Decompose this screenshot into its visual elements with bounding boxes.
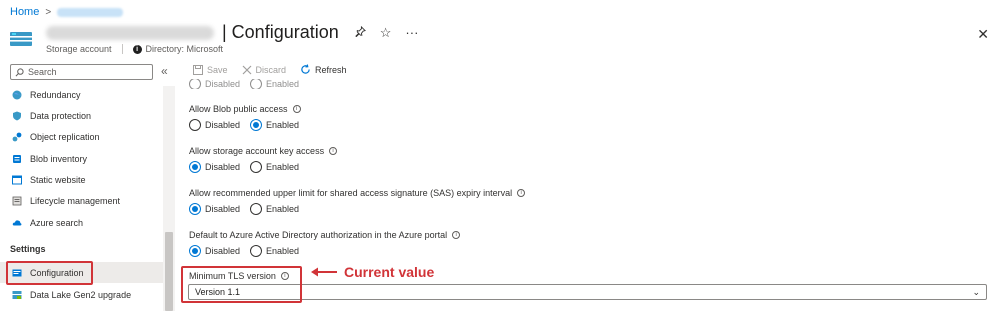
annotation-current-value: Current value bbox=[310, 264, 434, 280]
page-title: | Configuration bbox=[222, 22, 339, 42]
sidebar-item-label: Static website bbox=[30, 174, 86, 185]
sidebar-item-redundancy[interactable]: Redundancy bbox=[0, 84, 163, 105]
chevron-down-icon: ⌄ bbox=[972, 287, 980, 297]
info-icon[interactable]: i bbox=[452, 231, 461, 239]
field-allow-storage-account-key-access: Allow storage account key access i Disabl… bbox=[189, 146, 338, 173]
title-row: | Configuration ☆ ··· bbox=[46, 22, 418, 43]
sidebar-item-label: Object replication bbox=[30, 131, 100, 142]
discard-label: Discard bbox=[255, 64, 287, 75]
info-icon[interactable]: i bbox=[329, 147, 338, 155]
globe-icon bbox=[12, 90, 22, 99]
sidebar-item-data-protection[interactable]: Data protection bbox=[0, 105, 163, 126]
annotation-text: Current value bbox=[344, 264, 435, 280]
sidebar-item-label: Data Lake Gen2 upgrade bbox=[30, 289, 132, 300]
save-button[interactable]: Save bbox=[193, 64, 228, 75]
sidebar-item-label: Azure search bbox=[30, 217, 84, 228]
lifecycle-icon bbox=[12, 196, 22, 205]
field-label: Default to Azure Active Directory author… bbox=[189, 230, 448, 240]
breadcrumb: Home > bbox=[10, 4, 124, 20]
cloud-search-icon bbox=[12, 219, 22, 225]
more-options-icon[interactable]: ··· bbox=[405, 25, 418, 41]
sidebar: Search « Redundancy Data protection Obje… bbox=[0, 60, 176, 311]
radio-enabled[interactable]: Enabled bbox=[250, 161, 299, 173]
sidebar-item-label: Blob inventory bbox=[30, 153, 88, 164]
highlight-box-minimum-tls bbox=[181, 266, 302, 303]
storage-account-icon bbox=[10, 32, 32, 46]
field-allow-blob-public-access: Allow Blob public access i Disabled Enabl… bbox=[189, 104, 301, 131]
sidebar-search-input[interactable]: Search bbox=[10, 64, 153, 80]
radio-disabled[interactable]: Disabled bbox=[189, 119, 240, 131]
arrow-left-icon bbox=[311, 267, 337, 277]
radio-disabled[interactable]: Disabled bbox=[189, 245, 240, 257]
close-icon[interactable]: ✕ bbox=[977, 26, 989, 43]
header-subtitle: Storage account i Directory: Microsoft bbox=[46, 44, 223, 54]
discard-button[interactable]: Discard bbox=[242, 64, 287, 75]
radio-enabled[interactable]: Enabled bbox=[250, 119, 299, 131]
breadcrumb-separator: > bbox=[45, 6, 52, 18]
directory-label: Directory: Microsoft bbox=[145, 44, 224, 54]
collapse-sidebar-button[interactable]: « bbox=[161, 64, 168, 78]
search-placeholder: Search bbox=[28, 67, 57, 77]
radio-disabled[interactable]: Disabled bbox=[189, 203, 240, 215]
resource-name-redacted bbox=[46, 25, 214, 40]
field-allow-sas-expiry-interval: Allow recommended upper limit for shared… bbox=[189, 188, 526, 215]
sidebar-item-lifecycle-management[interactable]: Lifecycle management bbox=[0, 190, 163, 211]
sidebar-item-label: Redundancy bbox=[30, 89, 81, 100]
subtitle-divider bbox=[121, 44, 123, 54]
previous-field-radios-partially-visible: Disabled Enabled bbox=[189, 79, 299, 89]
sidebar-item-static-website[interactable]: Static website bbox=[0, 169, 163, 190]
field-label: Allow Blob public access bbox=[189, 104, 288, 114]
minimum-tls-version-dropdown[interactable]: Version 1.1 ⌄ bbox=[188, 284, 987, 300]
resource-type: Storage account bbox=[46, 44, 112, 54]
command-bar: Save Discard Refresh bbox=[193, 64, 347, 75]
info-icon[interactable]: i bbox=[292, 105, 301, 113]
inventory-icon bbox=[13, 154, 21, 163]
field-label: Allow storage account key access bbox=[189, 146, 325, 156]
info-icon: i bbox=[132, 44, 142, 54]
sidebar-item-label: Data protection bbox=[30, 110, 92, 121]
radio-disabled[interactable]: Disabled bbox=[189, 161, 240, 173]
star-icon[interactable]: ☆ bbox=[380, 25, 392, 41]
sidebar-item-data-lake-gen2-upgrade[interactable]: Data Lake Gen2 upgrade bbox=[0, 284, 163, 305]
search-icon bbox=[15, 67, 24, 76]
data-lake-icon bbox=[12, 290, 22, 299]
highlight-box-configuration bbox=[6, 261, 93, 285]
sidebar-item-label: Lifecycle management bbox=[30, 195, 121, 206]
refresh-icon bbox=[301, 64, 310, 74]
sidebar-scrollbar-thumb[interactable] bbox=[165, 232, 173, 311]
field-default-aad-authorization: Default to Azure Active Directory author… bbox=[189, 230, 461, 257]
sidebar-item-azure-search[interactable]: Azure search bbox=[0, 212, 163, 233]
radio-enabled[interactable]: Enabled bbox=[250, 245, 299, 257]
breadcrumb-resource-link-redacted[interactable] bbox=[57, 7, 124, 17]
shield-icon bbox=[13, 111, 21, 120]
pin-icon[interactable] bbox=[355, 25, 366, 41]
replication-icon bbox=[12, 132, 22, 141]
website-icon bbox=[12, 175, 22, 184]
refresh-label: Refresh bbox=[315, 64, 347, 75]
info-icon[interactable]: i bbox=[517, 189, 526, 197]
page-header: | Configuration ☆ ··· Storage account i … bbox=[10, 20, 999, 56]
save-label: Save bbox=[207, 64, 228, 75]
breadcrumb-home-link[interactable]: Home bbox=[10, 6, 39, 18]
field-label: Allow recommended upper limit for shared… bbox=[189, 188, 513, 198]
discard-icon bbox=[242, 65, 251, 74]
refresh-button[interactable]: Refresh bbox=[300, 64, 347, 75]
sidebar-item-blob-inventory[interactable]: Blob inventory bbox=[0, 148, 163, 169]
sidebar-item-object-replication[interactable]: Object replication bbox=[0, 126, 163, 147]
sidebar-section-settings: Settings bbox=[10, 244, 46, 254]
radio-enabled[interactable]: Enabled bbox=[250, 203, 299, 215]
save-icon bbox=[193, 64, 203, 75]
